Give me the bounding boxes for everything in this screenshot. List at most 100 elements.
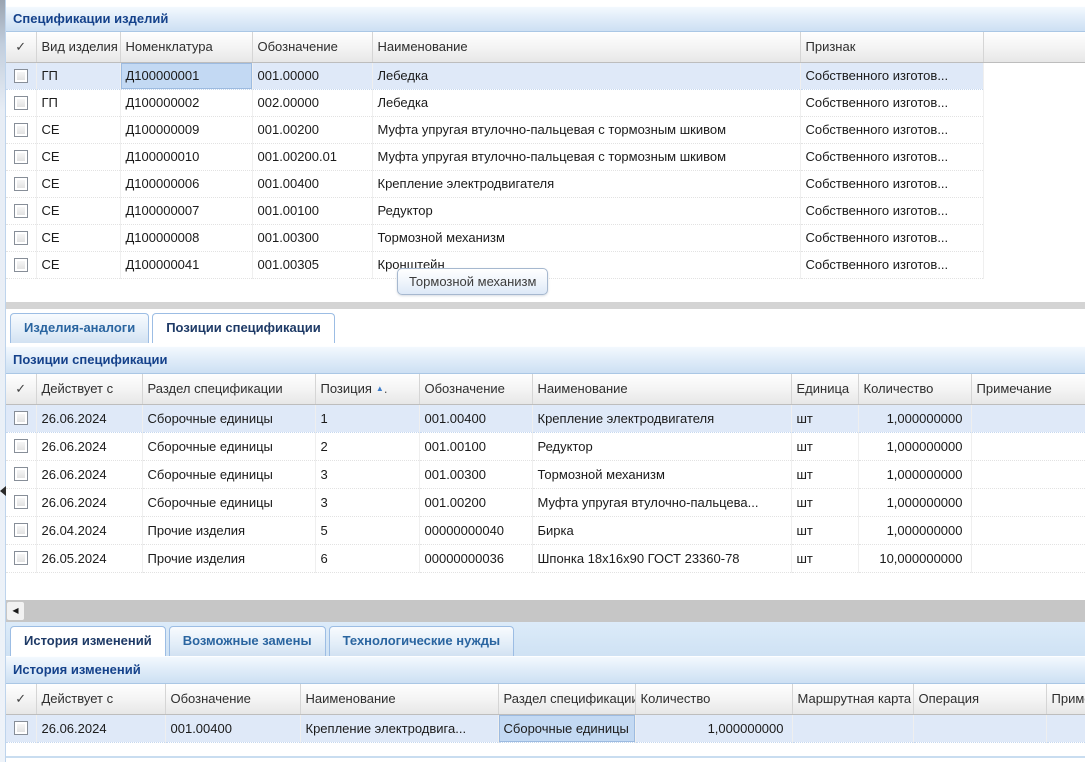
column-header-note[interactable]: Примечание [1046, 684, 1085, 714]
column-header-nomenclature[interactable]: Номенклатура [120, 32, 252, 62]
checkbox-cell [6, 544, 36, 572]
checkbox-cell [6, 432, 36, 460]
cell-filler [983, 197, 1085, 224]
table-row[interactable]: СЕ Д100000007 001.00100 Редуктор Собстве… [6, 197, 1085, 224]
cell-filler [983, 89, 1085, 116]
row-checkbox[interactable] [14, 258, 28, 272]
select-all-column-header[interactable]: ✓ [6, 684, 36, 714]
cell-section: Сборочные единицы [498, 714, 635, 742]
cell-attribute: Собственного изготов... [800, 170, 983, 197]
cell-attribute: Собственного изготов... [800, 251, 983, 278]
cell-designation: 001.00200 [252, 116, 372, 143]
cell-designation: 001.00100 [252, 197, 372, 224]
checkbox-cell [6, 460, 36, 488]
table-row[interactable]: 26.06.2024 Сборочные единицы 2 001.00100… [6, 432, 1085, 460]
table-row[interactable]: ГП Д100000001 001.00000 Лебедка Собствен… [6, 62, 1085, 89]
table-row[interactable]: 26.06.2024 Сборочные единицы 3 001.00300… [6, 460, 1085, 488]
column-header-attribute[interactable]: Признак [800, 32, 983, 62]
cell-attribute: Собственного изготов... [800, 197, 983, 224]
table-row[interactable]: 26.06.2024 Сборочные единицы 1 001.00400… [6, 404, 1085, 432]
cell-nomenclature: Д100000009 [120, 116, 252, 143]
table-row[interactable]: 26.06.2024 Сборочные единицы 3 001.00200… [6, 488, 1085, 516]
select-all-column-header[interactable]: ✓ [6, 374, 36, 404]
column-header-section[interactable]: Раздел спецификации [142, 374, 315, 404]
select-all-column-header[interactable]: ✓ [6, 32, 36, 62]
row-checkbox[interactable] [14, 551, 28, 565]
cell-designation: 001.00200.01 [252, 143, 372, 170]
cell-section: Прочие изделия [142, 544, 315, 572]
column-header-designation[interactable]: Обозначение [252, 32, 372, 62]
scroll-left-icon[interactable]: ◀ [7, 602, 24, 620]
row-checkbox[interactable] [14, 177, 28, 191]
table-row[interactable]: СЕ Д100000008 001.00300 Тормозной механи… [6, 224, 1085, 251]
cell-filler [983, 170, 1085, 197]
column-header-position[interactable]: Позиция▲. [315, 374, 419, 404]
column-header-section[interactable]: Раздел спецификации [498, 684, 635, 714]
row-checkbox[interactable] [14, 204, 28, 218]
positions-table-hscrollbar[interactable]: ◀ [6, 600, 1085, 622]
cell-filler [983, 251, 1085, 278]
table-row[interactable]: 26.06.2024 001.00400 Крепление электродв… [6, 714, 1085, 742]
row-checkbox[interactable] [14, 523, 28, 537]
tab-spec-positions[interactable]: Позиции спецификации [152, 313, 335, 343]
cell-name: Шпонка 18х16х90 ГОСТ 23360-78 [532, 544, 791, 572]
cell-product-type: СЕ [36, 251, 120, 278]
column-header-unit[interactable]: Единица [791, 374, 858, 404]
cell-route-map [792, 714, 913, 742]
cell-product-type: ГП [36, 89, 120, 116]
positions-header-row: ✓ Действует с Раздел спецификации Позици… [6, 374, 1085, 404]
cell-nomenclature: Д100000002 [120, 89, 252, 116]
column-header-name[interactable]: Наименование [300, 684, 498, 714]
column-header-name[interactable]: Наименование [372, 32, 800, 62]
column-header-product-type[interactable]: Вид изделия [36, 32, 120, 62]
column-header-valid-from[interactable]: Действует с [36, 374, 142, 404]
row-checkbox[interactable] [14, 467, 28, 481]
table-row[interactable]: 26.05.2024 Прочие изделия 6 00000000036 … [6, 544, 1085, 572]
tab-technological-needs[interactable]: Технологические нужды [329, 626, 514, 656]
cell-valid-from: 26.06.2024 [36, 432, 142, 460]
column-header-designation[interactable]: Обозначение [419, 374, 532, 404]
row-checkbox[interactable] [14, 231, 28, 245]
column-header-note[interactable]: Примечание [971, 374, 1085, 404]
cell-section: Сборочные единицы [142, 432, 315, 460]
row-checkbox[interactable] [14, 96, 28, 110]
column-header-valid-from[interactable]: Действует с [36, 684, 165, 714]
row-checkbox[interactable] [14, 411, 28, 425]
table-row[interactable]: СЕ Д100000006 001.00400 Крепление электр… [6, 170, 1085, 197]
products-table-hscrollbar[interactable] [6, 302, 1085, 309]
positions-panel: Позиции спецификации ✓ Действует с Разде… [6, 346, 1085, 573]
row-checkbox[interactable] [14, 123, 28, 137]
cell-attribute: Собственного изготов... [800, 143, 983, 170]
cell-nomenclature: Д100000006 [120, 170, 252, 197]
table-row[interactable]: 26.04.2024 Прочие изделия 5 00000000040 … [6, 516, 1085, 544]
table-row[interactable]: СЕ Д100000010 001.00200.01 Муфта упругая… [6, 143, 1085, 170]
tab-possible-replacements[interactable]: Возможные замены [169, 626, 326, 656]
row-checkbox[interactable] [14, 495, 28, 509]
tab-products-analogs[interactable]: Изделия-аналоги [10, 313, 149, 343]
column-header-quantity[interactable]: Количество [858, 374, 971, 404]
cell-designation: 00000000036 [419, 544, 532, 572]
cell-nomenclature: Д100000010 [120, 143, 252, 170]
column-header-name[interactable]: Наименование [532, 374, 791, 404]
table-row[interactable]: СЕ Д100000009 001.00200 Муфта упругая вт… [6, 116, 1085, 143]
row-checkbox[interactable] [14, 721, 28, 735]
checkbox-cell [6, 251, 36, 278]
cell-filler [983, 62, 1085, 89]
checkbox-cell [6, 714, 36, 742]
sort-order-label: . [384, 381, 388, 396]
row-checkbox[interactable] [14, 439, 28, 453]
column-header-operation[interactable]: Операция [913, 684, 1046, 714]
bottom-panel-border [6, 756, 1085, 758]
column-header-designation[interactable]: Обозначение [165, 684, 300, 714]
column-header-route-map[interactable]: Маршрутная карта [792, 684, 913, 714]
check-icon: ✓ [15, 39, 26, 54]
column-header-quantity[interactable]: Количество [635, 684, 792, 714]
table-row[interactable]: ГП Д100000002 002.00000 Лебедка Собствен… [6, 89, 1085, 116]
cell-designation: 001.00100 [419, 432, 532, 460]
tab-change-history[interactable]: История изменений [10, 626, 166, 656]
checkbox-cell [6, 89, 36, 116]
row-checkbox[interactable] [14, 69, 28, 83]
cell-nomenclature: Д100000001 [120, 62, 252, 89]
row-checkbox[interactable] [14, 150, 28, 164]
cell-designation: 001.00400 [419, 404, 532, 432]
